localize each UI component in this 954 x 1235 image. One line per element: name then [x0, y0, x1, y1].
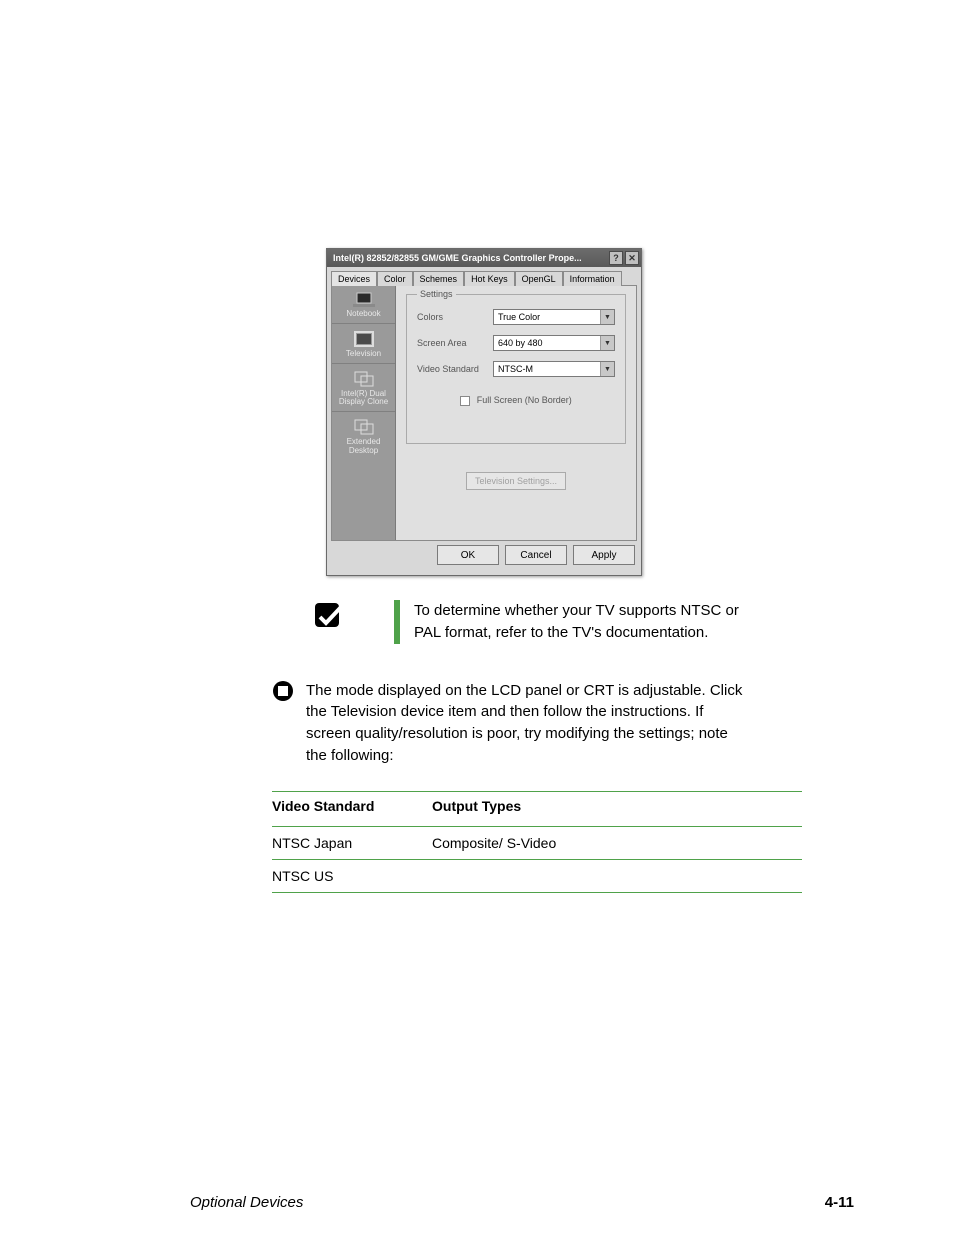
fullscreen-checkbox[interactable] [460, 396, 470, 406]
screen-area-dropdown[interactable]: 640 by 480 ▼ [493, 335, 615, 351]
settings-fieldset: Settings Colors True Color ▼ Screen Area… [406, 294, 626, 444]
clone-icon [353, 370, 375, 388]
footer-left: Optional Devices [190, 1194, 303, 1211]
television-settings-button: Television Settings... [466, 472, 566, 490]
tip-row: To determine whether your TV supports NT… [272, 600, 746, 644]
tab-information[interactable]: Information [563, 271, 622, 286]
table-cell: Composite/ S-Video [432, 833, 802, 853]
row-colors: Colors True Color ▼ [417, 309, 615, 325]
ok-button[interactable]: OK [437, 545, 499, 565]
laptop-icon [353, 292, 375, 308]
page-body: To determine whether your TV supports NT… [272, 600, 746, 893]
sidebar-label: Notebook [334, 310, 393, 319]
table-row: NTSC Japan Composite/ S-Video [272, 826, 802, 859]
apply-button[interactable]: Apply [573, 545, 635, 565]
settings-legend: Settings [417, 289, 456, 299]
tip-checkmark-icon [312, 600, 360, 641]
table-cell: NTSC US [272, 866, 432, 886]
video-standard-value: NTSC-M [498, 364, 533, 374]
fullscreen-checkbox-label: Full Screen (No Border) [477, 395, 572, 405]
footer-right: 4-11 [825, 1194, 854, 1211]
graphics-properties-dialog: Intel(R) 82852/82855 GM/GME Graphics Con… [326, 248, 642, 576]
dialog-title: Intel(R) 82852/82855 GM/GME Graphics Con… [333, 253, 607, 263]
device-sidebar: Notebook Television Intel(R) Dual Displa… [332, 286, 396, 540]
table-header: Video Standard Output Types [272, 791, 802, 826]
bullet-icon [272, 680, 294, 709]
colors-value: True Color [498, 312, 540, 322]
dialog-titlebar: Intel(R) 82852/82855 GM/GME Graphics Con… [327, 249, 641, 267]
help-button[interactable]: ? [609, 251, 623, 265]
sidebar-item-television[interactable]: Television [332, 324, 395, 364]
fullscreen-checkbox-row: Full Screen (No Border) [417, 395, 615, 406]
tab-schemes[interactable]: Schemes [413, 271, 465, 286]
tab-color[interactable]: Color [377, 271, 413, 286]
tab-strip: Devices Color Schemes Hot Keys OpenGL In… [327, 267, 641, 285]
cancel-button[interactable]: Cancel [505, 545, 567, 565]
sidebar-item-notebook[interactable]: Notebook [332, 286, 395, 324]
page-footer: Optional Devices 4-11 [190, 1194, 854, 1211]
table-head-c1: Video Standard [272, 796, 432, 816]
sidebar-label: Television [334, 350, 393, 359]
chevron-down-icon: ▼ [600, 310, 614, 324]
screen-area-value: 640 by 480 [498, 338, 543, 348]
table-head-c2: Output Types [432, 796, 802, 816]
screen-area-label: Screen Area [417, 338, 493, 348]
colors-label: Colors [417, 312, 493, 322]
chevron-down-icon: ▼ [600, 362, 614, 376]
section-row: The mode displayed on the LCD panel or C… [272, 680, 746, 767]
table-cell: NTSC Japan [272, 833, 432, 853]
extend-icon [353, 418, 375, 436]
row-video-standard: Video Standard NTSC-M ▼ [417, 361, 615, 377]
tv-icon [353, 330, 375, 348]
tip-divider [394, 600, 400, 644]
sidebar-item-extended-desktop[interactable]: Extended Desktop [332, 412, 395, 460]
row-screen-area: Screen Area 640 by 480 ▼ [417, 335, 615, 351]
chevron-down-icon: ▼ [600, 336, 614, 350]
close-button[interactable]: ✕ [625, 251, 639, 265]
help-icon: ? [613, 253, 619, 263]
tab-hotkeys[interactable]: Hot Keys [464, 271, 515, 286]
video-standard-dropdown[interactable]: NTSC-M ▼ [493, 361, 615, 377]
section-text: The mode displayed on the LCD panel or C… [306, 680, 746, 767]
sidebar-label: Extended Desktop [334, 438, 393, 456]
table-row: NTSC US [272, 859, 802, 893]
colors-dropdown[interactable]: True Color ▼ [493, 309, 615, 325]
dialog-footer: OK Cancel Apply [327, 545, 635, 565]
settings-panel: Settings Colors True Color ▼ Screen Area… [396, 286, 636, 540]
formats-table: Video Standard Output Types NTSC Japan C… [272, 791, 802, 894]
tip-text: To determine whether your TV supports NT… [414, 600, 746, 644]
sidebar-label: Intel(R) Dual Display Clone [334, 390, 393, 408]
dialog-body: Notebook Television Intel(R) Dual Displa… [331, 285, 637, 541]
video-standard-label: Video Standard [417, 364, 493, 374]
sidebar-item-dual-clone[interactable]: Intel(R) Dual Display Clone [332, 364, 395, 413]
close-icon: ✕ [628, 253, 636, 264]
tab-opengl[interactable]: OpenGL [515, 271, 563, 286]
tab-devices[interactable]: Devices [331, 271, 377, 286]
